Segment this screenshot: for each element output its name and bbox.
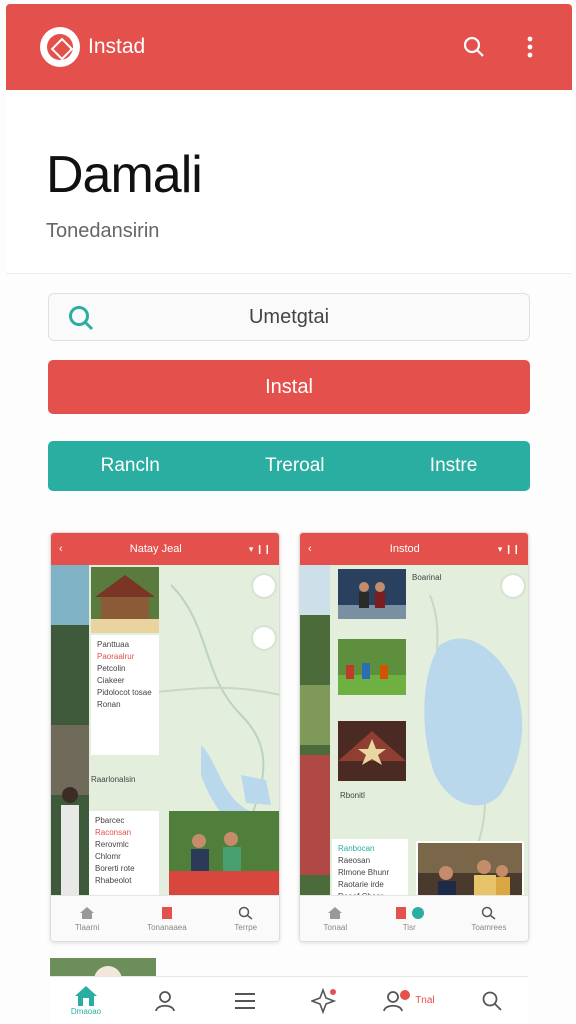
card-line: Ronan [97,700,121,709]
bottom-nav: Dmaoao Tnal [50,976,528,1024]
shot-nav-item[interactable]: Tonanaaea [147,906,187,932]
map-label: Boarinal [412,573,442,582]
shot-nav-item[interactable]: Terrpe [234,906,257,932]
book-icon [161,906,172,919]
search-icon[interactable] [454,27,494,67]
screenshot-preview-1[interactable]: ‹ Natay Jeal ▾ ❙❙ Panttuaa Paoraalrur Pe… [50,532,280,942]
shot-bottom-nav: Tlaarni Tonanaaea Terrpe [51,895,279,941]
screenshot-preview-2[interactable]: ‹ Instod ▾ ❙❙ Boarinal Rbonitl Ranbocan … [299,532,529,942]
more-vert-icon[interactable] [510,27,550,67]
card-line: Pidolocot tosae [97,688,152,697]
bottom-nav-sparkle[interactable] [302,987,346,1014]
search-icon [238,906,253,920]
shot-title: Natay Jeal [129,543,182,555]
tab-treroal[interactable]: Treroal [265,455,324,477]
search-value: Umetgtai [248,305,330,328]
card-line: Raeosan [338,856,371,865]
map-view: Boarinal Rbonitl Ranbocan Raeosan Rlmone… [300,565,528,929]
bottom-nav-search[interactable] [470,990,514,1012]
map-control-button[interactable] [253,627,275,649]
map-label: Rbonitl [340,791,365,800]
shot-nav-label: Tonanaaea [147,922,187,932]
photo-thumbnail [338,721,406,781]
shot-nav-label: Toamrees [471,922,507,932]
card-line: Raconsan [95,828,132,837]
shot-nav-item[interactable]: Tisr [394,906,425,932]
page-subtitle: Tonedansirin [46,220,160,242]
home-icon [75,986,97,1006]
list-icon [234,992,255,1009]
shot-app-bar: ‹ Natay Jeal ▾ ❙❙ [51,533,279,565]
shot-app-bar: ‹ Instod ▾ ❙❙ [300,533,528,565]
shot-nav-label: Terrpe [234,922,258,932]
tab-instre[interactable]: Instre [430,455,478,477]
card-line: Panttuaa [97,640,130,649]
photo-thumbnail [338,569,406,619]
book-icon [396,906,425,919]
app-title: Instad [88,35,146,58]
person-badge-icon [383,989,411,1011]
card-line: Ranbocan [338,844,375,853]
shot-nav-label: Tisr [402,922,416,932]
shot-nav-label: Tonaal [323,922,348,932]
shot-nav-item[interactable]: Tlaarni [75,906,99,932]
search-icon [482,991,502,1011]
app-bar: Instad [6,4,572,90]
card-line: Rhabeolot [95,876,132,885]
status-icons: ▾ ❙❙ [497,543,520,554]
sparkle-icon [310,987,337,1014]
app-root: Instad Damali Tonedansirin Umetgtai Inst… [0,0,576,1024]
badge-label: Tnal [415,995,435,1006]
bottom-nav-profile[interactable] [143,989,187,1013]
card-line: Raotarie irde [338,880,384,889]
card-line: Borerti rote [95,864,135,873]
install-button[interactable]: Instal [48,360,530,414]
shot-nav-item[interactable]: Tonaal [323,906,348,932]
status-icons: ▾ ❙❙ [248,543,271,554]
bottom-nav-home-label: Dmaoao [70,1007,102,1016]
page-title: Damali [46,146,203,204]
map-view: Panttuaa Paoraalrur Petcolin Ciakeer Pid… [51,565,279,929]
shot-title: Instod [389,543,420,555]
map-control-button[interactable] [253,575,275,597]
photo-thumbnail [91,567,159,633]
card-line: Rlmone Bhunr [338,868,390,877]
shot-bottom-nav: Tonaal Tisr Toamrees [300,895,528,941]
map-control-button[interactable] [502,575,524,597]
map-label: Raarlonalsin [91,775,136,784]
bottom-nav-account[interactable]: Tnal [381,989,435,1013]
bottom-nav-home[interactable]: Dmaoao [64,985,108,1016]
info-card: Panttuaa Paoraalrur Petcolin Ciakeer Pid… [91,635,159,755]
logo-icon[interactable] [40,27,80,67]
home-icon [328,906,343,919]
home-icon [80,906,95,919]
card-line: Paoraalrur [97,652,135,661]
card-line: Rerovmlc Chlomr [95,840,129,861]
card-line: Petcolin Ciakeer [97,664,126,685]
search-icon [481,906,496,920]
search-input[interactable]: Umetgtai [48,293,530,341]
shot-nav-label: Tlaarni [74,922,100,932]
search-icon [67,304,95,337]
shot-nav-item[interactable]: Toamrees [471,906,506,932]
app-header: Damali Tonedansirin [6,90,572,274]
tab-bar: Rancln Treroal Instre [48,441,530,491]
tab-rancln[interactable]: Rancln [101,455,160,477]
bottom-nav-list[interactable] [223,991,267,1011]
card-line: Pbarcec [95,816,125,825]
person-icon [155,990,176,1011]
photo-thumbnail [169,811,279,897]
photo-thumbnail [338,639,406,695]
